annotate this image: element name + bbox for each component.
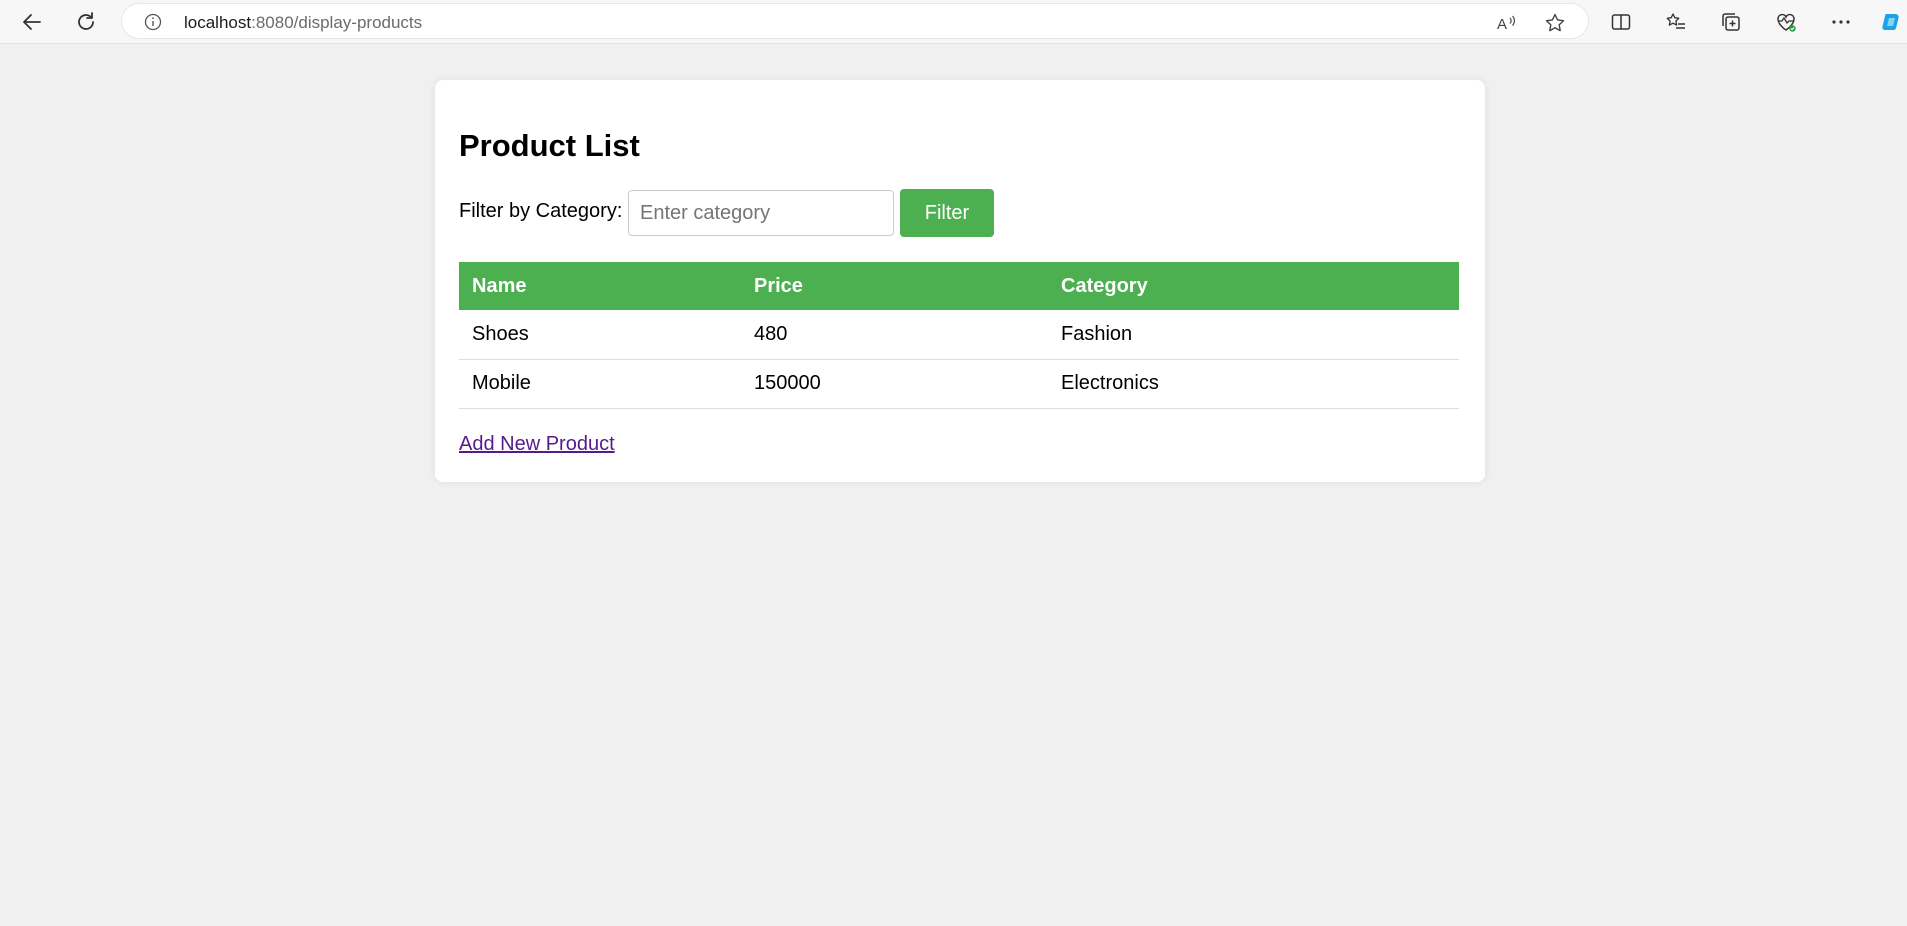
- cell-category: Fashion: [1048, 310, 1459, 360]
- cell-category: Electronics: [1048, 359, 1459, 409]
- cell-price: 150000: [741, 359, 1048, 409]
- table-row: Mobile 150000 Electronics: [459, 359, 1459, 409]
- favorites-list-icon[interactable]: [1664, 10, 1688, 34]
- info-icon[interactable]: [144, 13, 162, 31]
- more-dots-icon[interactable]: [1829, 10, 1853, 34]
- read-aloud-icon[interactable]: A: [1495, 12, 1517, 34]
- table-header-row: Name Price Category: [459, 262, 1459, 310]
- product-card: Product List Filter by Category: Filter …: [435, 80, 1485, 482]
- header-category: Category: [1048, 262, 1459, 310]
- address-url[interactable]: localhost:8080/display-products: [184, 13, 422, 33]
- address-bar[interactable]: localhost:8080/display-products A: [121, 3, 1589, 39]
- table-row: Shoes 480 Fashion: [459, 310, 1459, 360]
- reload-icon[interactable]: [70, 8, 102, 36]
- heart-pulse-icon[interactable]: [1774, 10, 1798, 34]
- header-price: Price: [741, 262, 1048, 310]
- split-screen-icon[interactable]: [1609, 10, 1633, 34]
- products-table: Name Price Category Shoes 480 Fashion Mo…: [459, 262, 1459, 409]
- cell-price: 480: [741, 310, 1048, 360]
- star-icon[interactable]: [1544, 12, 1566, 34]
- url-path: :8080/display-products: [251, 13, 423, 32]
- cell-name: Mobile: [459, 359, 741, 409]
- url-host: localhost: [184, 13, 252, 32]
- svg-text:A: A: [1497, 16, 1507, 33]
- filter-button[interactable]: Filter: [900, 189, 994, 237]
- back-arrow-icon[interactable]: [16, 8, 48, 36]
- page-title: Product List: [459, 128, 640, 163]
- copilot-icon[interactable]: [1880, 10, 1904, 34]
- collections-icon[interactable]: [1719, 10, 1743, 34]
- browser-toolbar: localhost:8080/display-products A: [0, 0, 1907, 44]
- category-filter-input[interactable]: [628, 190, 894, 236]
- filter-label: Filter by Category:: [459, 200, 623, 222]
- cell-name: Shoes: [459, 310, 741, 360]
- add-new-product-link[interactable]: Add New Product: [459, 433, 615, 456]
- header-name: Name: [459, 262, 741, 310]
